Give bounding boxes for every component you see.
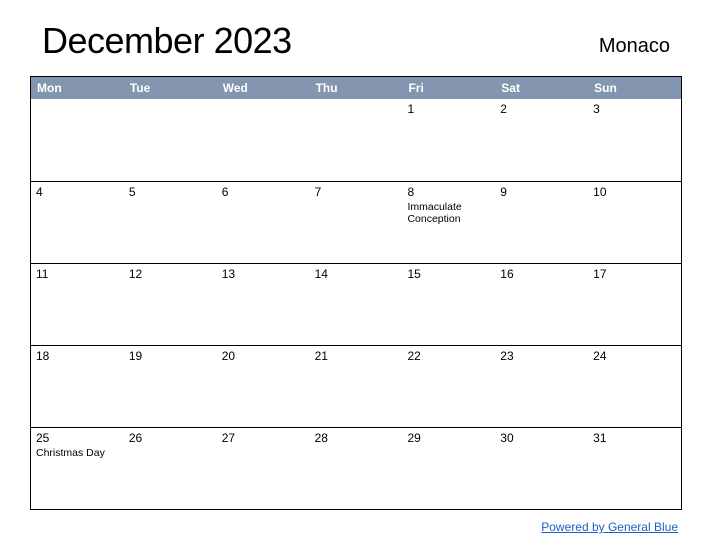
- day-number: 23: [500, 349, 583, 365]
- day-number: 5: [129, 185, 212, 201]
- day-cell: 26: [124, 428, 217, 509]
- day-cell: 22: [402, 346, 495, 427]
- day-number: 6: [222, 185, 305, 201]
- day-cell: 16: [495, 264, 588, 345]
- day-cell: 4: [31, 182, 124, 263]
- day-number: 31: [593, 431, 676, 447]
- calendar-title: December 2023: [42, 20, 292, 62]
- day-cell: 12: [124, 264, 217, 345]
- powered-by-link[interactable]: Powered by General Blue: [541, 520, 678, 534]
- calendar-grid: Mon Tue Wed Thu Fri Sat Sun 12345678Imma…: [30, 76, 682, 510]
- day-number: 29: [407, 431, 490, 447]
- day-number: 24: [593, 349, 676, 365]
- week-row: 18 19 20 21 22 23 24: [31, 345, 681, 427]
- day-number: 10: [593, 185, 676, 201]
- day-cell: 20: [217, 346, 310, 427]
- day-cell: 3: [588, 99, 681, 181]
- day-cell: [31, 99, 124, 181]
- calendar-footer: Powered by General Blue: [30, 518, 682, 536]
- day-number: 13: [222, 267, 305, 283]
- day-number: 17: [593, 267, 676, 283]
- week-row: 123: [31, 99, 681, 181]
- day-number: 16: [500, 267, 583, 283]
- day-number: 2: [500, 102, 583, 118]
- holiday-label: Immaculate Conception: [407, 201, 490, 226]
- day-cell: 28: [310, 428, 403, 509]
- calendar-region: Monaco: [599, 35, 670, 62]
- day-cell: 21: [310, 346, 403, 427]
- day-cell: 15: [402, 264, 495, 345]
- day-cell: 14: [310, 264, 403, 345]
- day-cell: 11: [31, 264, 124, 345]
- week-row: 11 12 13 14 15 16 17: [31, 263, 681, 345]
- day-number: 15: [407, 267, 490, 283]
- weekday-mon: Mon: [31, 77, 124, 99]
- day-number: 4: [36, 185, 119, 201]
- day-number: 26: [129, 431, 212, 447]
- day-cell: 8Immaculate Conception: [402, 182, 495, 263]
- weekday-thu: Thu: [310, 77, 403, 99]
- day-cell: 18: [31, 346, 124, 427]
- day-cell: 2: [495, 99, 588, 181]
- day-cell: [124, 99, 217, 181]
- day-cell: 17: [588, 264, 681, 345]
- day-cell: 27: [217, 428, 310, 509]
- day-cell: 25Christmas Day: [31, 428, 124, 509]
- day-cell: 29: [402, 428, 495, 509]
- day-number: 20: [222, 349, 305, 365]
- day-cell: 31: [588, 428, 681, 509]
- day-cell: 30: [495, 428, 588, 509]
- day-number: 9: [500, 185, 583, 201]
- day-number: 25: [36, 431, 119, 447]
- day-number: 30: [500, 431, 583, 447]
- holiday-label: Christmas Day: [36, 447, 119, 460]
- day-cell: 7: [310, 182, 403, 263]
- week-row: 25Christmas Day 26 27 28 29 30 31: [31, 427, 681, 509]
- day-number: 22: [407, 349, 490, 365]
- weekday-wed: Wed: [217, 77, 310, 99]
- weekday-tue: Tue: [124, 77, 217, 99]
- day-cell: [217, 99, 310, 181]
- weekday-fri: Fri: [402, 77, 495, 99]
- day-number: 7: [315, 185, 398, 201]
- day-number: 8: [407, 185, 490, 201]
- day-number: 3: [593, 102, 676, 118]
- day-number: 11: [36, 267, 119, 283]
- weekday-sun: Sun: [588, 77, 681, 99]
- calendar-weeks: 12345678Immaculate Conception91011121314…: [31, 99, 681, 509]
- day-number: 1: [407, 102, 490, 118]
- week-row: 45678Immaculate Conception 9 10: [31, 181, 681, 263]
- day-number: 27: [222, 431, 305, 447]
- day-cell: 1: [402, 99, 495, 181]
- day-cell: 13: [217, 264, 310, 345]
- weekday-header-row: Mon Tue Wed Thu Fri Sat Sun: [31, 77, 681, 99]
- calendar-header: December 2023 Monaco: [30, 20, 682, 62]
- day-cell: [310, 99, 403, 181]
- day-cell: 10: [588, 182, 681, 263]
- day-number: 21: [315, 349, 398, 365]
- day-number: 19: [129, 349, 212, 365]
- day-number: 12: [129, 267, 212, 283]
- weekday-sat: Sat: [495, 77, 588, 99]
- day-cell: 24: [588, 346, 681, 427]
- day-cell: 19: [124, 346, 217, 427]
- day-cell: 9: [495, 182, 588, 263]
- day-number: 14: [315, 267, 398, 283]
- day-cell: 6: [217, 182, 310, 263]
- day-cell: 23: [495, 346, 588, 427]
- day-number: 18: [36, 349, 119, 365]
- day-number: 28: [315, 431, 398, 447]
- day-cell: 5: [124, 182, 217, 263]
